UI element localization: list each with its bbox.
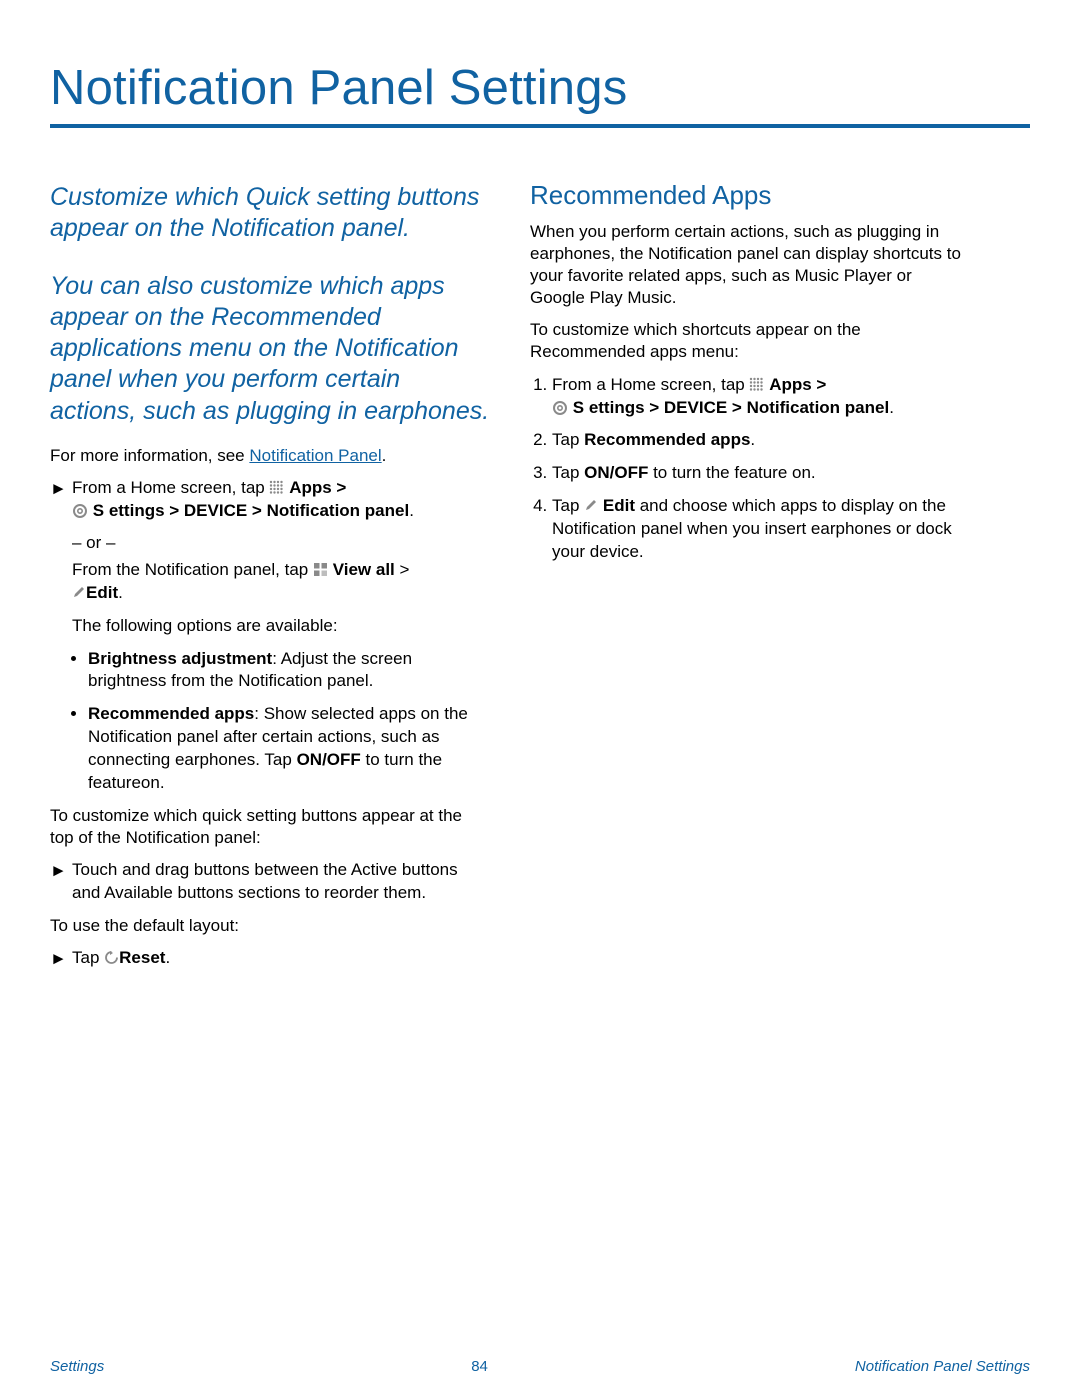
r-period-1: . <box>889 398 894 417</box>
right-p2: To customize which shortcuts appear on t… <box>530 319 970 363</box>
r-settings-s: S <box>573 398 584 417</box>
pencil-icon <box>72 583 86 597</box>
settings-path: ettings > DEVICE > Notification panel <box>109 501 409 520</box>
right-steps: From a Home screen, tap Apps > S ettings… <box>530 374 970 565</box>
footer-left: Settings <box>50 1358 104 1375</box>
pencil-icon-2 <box>584 496 598 510</box>
period-1: . <box>409 501 414 520</box>
edit-label: Edit <box>86 583 118 602</box>
or-separator: – or – <box>72 533 490 553</box>
period-3: . <box>165 948 170 967</box>
step-1-text: From a Home screen, tap Apps > S ettings… <box>72 477 490 523</box>
view-all-label: View all <box>333 560 395 579</box>
tap-word: Tap <box>72 948 104 967</box>
apps-grid-icon <box>269 480 284 495</box>
bullet-brightness: Brightness adjustment: Adjust the screen… <box>88 648 490 694</box>
right-step-2: Tap Recommended apps. <box>552 429 970 452</box>
bullet2-label: Recommended apps <box>88 704 254 723</box>
onoff-label-2: ON/OFF <box>584 463 648 482</box>
bullet1-label: Brightness adjustment <box>88 649 272 668</box>
settings-s: S <box>93 501 104 520</box>
default-para: To use the default layout: <box>50 915 490 937</box>
r-li2-b: Recommended apps <box>584 430 750 449</box>
r-settings-path: ettings > DEVICE > Notification panel <box>589 398 889 417</box>
two-column-layout: Customize which Quick setting buttons ap… <box>50 156 1030 980</box>
reset-step-text: Tap Reset. <box>72 947 490 970</box>
gt-1: > <box>332 478 347 497</box>
gear-icon <box>72 503 88 519</box>
r-gt-1: > <box>812 375 827 394</box>
footer-right: Notification Panel Settings <box>855 1358 1030 1375</box>
page: Notification Panel Settings Customize wh… <box>0 0 1080 1397</box>
arrow-icon-3: ► <box>50 947 72 970</box>
r-step1-prefix: From a Home screen, tap <box>552 375 749 394</box>
right-column: Recommended Apps When you perform certai… <box>530 156 970 980</box>
right-step-4: Tap Edit and choose which apps to displa… <box>552 495 970 564</box>
arrow-step-drag: ► Touch and drag buttons between the Act… <box>50 859 490 905</box>
step-1-alt: From the Notification panel, tap View al… <box>72 559 490 605</box>
arrow-step-reset: ► Tap Reset. <box>50 947 490 970</box>
apps-label: Apps <box>289 478 332 497</box>
step1b-prefix: From the Notification panel, tap <box>72 560 313 579</box>
gt-2: > <box>400 560 410 579</box>
page-title: Notification Panel Settings <box>50 60 1030 116</box>
reset-label: Reset <box>119 948 165 967</box>
r-li3-b: to turn the feature on. <box>648 463 815 482</box>
onoff-label-1: ON/OFF <box>297 750 361 769</box>
customize-para: To customize which quick setting buttons… <box>50 805 490 849</box>
gear-icon-2 <box>552 400 568 416</box>
r-apps-label: Apps <box>769 375 812 394</box>
right-step-3: Tap ON/OFF to turn the feature on. <box>552 462 970 485</box>
intro-paragraph-2: You can also customize which apps appear… <box>50 271 490 427</box>
arrow-step-1: ► From a Home screen, tap Apps > S ettin… <box>50 477 490 523</box>
footer-page-number: 84 <box>471 1358 488 1375</box>
more-info-prefix: For more information, see <box>50 446 249 465</box>
r-edit-label: Edit <box>603 496 635 515</box>
right-step-1: From a Home screen, tap Apps > S ettings… <box>552 374 970 420</box>
more-info-line: For more information, see Notification P… <box>50 445 490 467</box>
bullet-recommended: Recommended apps: Show selected apps on … <box>88 703 490 795</box>
r-li3-a: Tap <box>552 463 584 482</box>
step1-prefix: From a Home screen, tap <box>72 478 269 497</box>
period-2: . <box>118 583 123 602</box>
right-p1: When you perform certain actions, such a… <box>530 221 970 309</box>
r-period-2: . <box>750 430 755 449</box>
left-column: Customize which Quick setting buttons ap… <box>50 156 490 980</box>
drag-step-text: Touch and drag buttons between the Activ… <box>72 859 490 905</box>
arrow-icon-2: ► <box>50 859 72 905</box>
title-rule <box>50 124 1030 128</box>
options-list: Brightness adjustment: Adjust the screen… <box>50 648 490 796</box>
apps-grid-icon-2 <box>749 377 764 392</box>
intro-paragraph-1: Customize which Quick setting buttons ap… <box>50 182 490 245</box>
notification-panel-link[interactable]: Notification Panel <box>249 446 381 465</box>
options-intro: The following options are available: <box>72 615 490 638</box>
arrow-icon: ► <box>50 477 72 523</box>
view-all-icon <box>313 561 328 576</box>
r-li4-a: Tap <box>552 496 584 515</box>
r-li2-a: Tap <box>552 430 584 449</box>
page-footer: Settings 84 Notification Panel Settings <box>50 1358 1030 1375</box>
more-info-suffix: . <box>382 446 387 465</box>
reset-icon <box>104 949 119 964</box>
recommended-apps-heading: Recommended Apps <box>530 180 970 211</box>
